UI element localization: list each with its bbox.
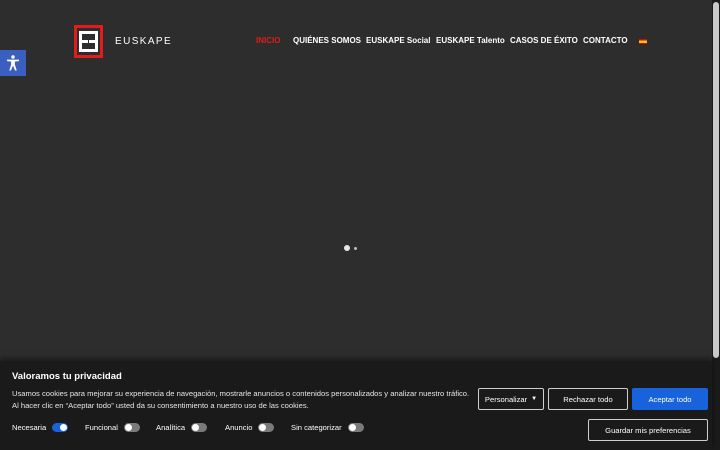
page-scrollbar[interactable] (712, 0, 720, 450)
accessibility-button[interactable] (0, 50, 26, 76)
toggle-label-necesaria: Necesaria (12, 423, 47, 432)
nav-item-inicio[interactable]: INICIO (256, 36, 280, 45)
reject-all-button[interactable]: Rechazar todo (548, 388, 628, 410)
toggle-group-anuncio: Anuncio (225, 423, 275, 432)
toggle-funcional[interactable] (123, 423, 140, 432)
spain-flag-icon[interactable] (639, 39, 647, 44)
euskape-logo-mark-icon (74, 25, 103, 58)
toggle-sin-categorizar[interactable] (347, 423, 364, 432)
loading-dot-small (354, 246, 357, 250)
accept-all-button[interactable]: Aceptar todo (632, 388, 708, 410)
toggle-knob (192, 424, 200, 431)
toggle-group-sin-categorizar: Sin categorizar (291, 423, 364, 432)
nav-item-euskape-talento[interactable]: EUSKAPE Talento (436, 36, 505, 45)
euskape-logo[interactable]: EUSKAPE (74, 25, 172, 58)
page-loader (344, 245, 357, 251)
toggle-anuncio[interactable] (258, 423, 275, 432)
site-header: EUSKAPE INICIO QUIÉNES SOMOS EUSKAPE Soc… (0, 0, 720, 84)
toggle-label-analitica: Analítica (156, 423, 186, 432)
toggle-group-analitica: Analítica (156, 423, 208, 432)
scrollbar-thumb[interactable] (713, 2, 719, 358)
toggle-knob (124, 424, 132, 431)
toggle-label-sin-categorizar: Sin categorizar (291, 423, 342, 432)
toggle-knob (60, 424, 68, 431)
toggle-knob (259, 424, 267, 431)
caret-down-icon: ▼ (531, 396, 538, 402)
nav-item-quienes-somos[interactable]: QUIÉNES SOMOS (293, 36, 361, 45)
toggle-label-funcional: Funcional (85, 423, 118, 432)
toggle-group-necesaria: Necesaria (12, 423, 69, 432)
cookie-consent-banner: Valoramos tu privacidad Usamos cookies p… (0, 361, 712, 450)
toggle-necesaria[interactable] (52, 423, 69, 432)
customize-button[interactable]: Personalizar ▼ (478, 388, 544, 410)
cookie-banner-title: Valoramos tu privacidad (12, 371, 122, 382)
brand-name: EUSKAPE (115, 36, 173, 47)
toggle-knob (348, 424, 356, 431)
nav-item-casos-de-exito[interactable]: CASOS DE ÉXITO (510, 36, 578, 45)
cookie-banner-description: Usamos cookies para mejorar su experienc… (12, 389, 470, 410)
loading-dots-icon (344, 245, 350, 251)
toggle-label-anuncio: Anuncio (225, 423, 253, 432)
save-preferences-button[interactable]: Guardar mis preferencias (588, 419, 708, 441)
toggle-analitica[interactable] (191, 423, 208, 432)
accessibility-person-icon (7, 55, 19, 71)
nav-item-contacto[interactable]: CONTACTO (583, 36, 628, 45)
toggle-group-funcional: Funcional (85, 423, 140, 432)
customize-button-label: Personalizar (484, 394, 528, 404)
nav-item-euskape-social[interactable]: EUSKAPE Social (366, 36, 430, 45)
